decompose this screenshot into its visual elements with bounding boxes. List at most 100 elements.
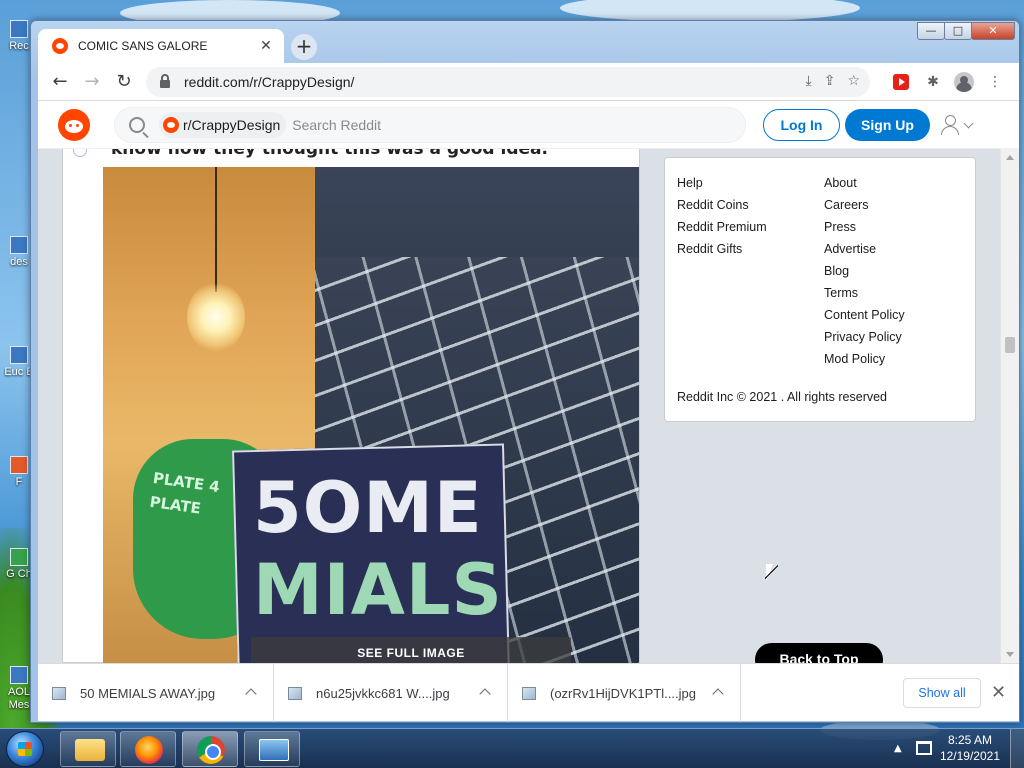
page-scrollbar[interactable] — [1000, 149, 1019, 663]
footer-link-press[interactable]: Press — [824, 216, 905, 238]
back-arrow-icon[interactable]: ← — [48, 70, 72, 94]
chevron-up-icon[interactable] — [479, 688, 491, 700]
footer-link-blog[interactable]: Blog — [824, 260, 905, 282]
footer-link-reddit-coins[interactable]: Reddit Coins — [677, 194, 767, 216]
forward-arrow-icon[interactable]: → — [80, 70, 104, 94]
post-card[interactable]: know how they thought this was a good id… — [62, 139, 640, 663]
browser-toolbar: ← → ↻ reddit.com/r/CrappyDesign/ ⤓ ⇪ ☆ ✱… — [38, 63, 1019, 101]
folder-icon — [75, 739, 105, 761]
download-filename: 50 MEMIALS AWAY.jpg — [80, 685, 216, 701]
address-bar[interactable]: reddit.com/r/CrappyDesign/ ⤓ ⇪ ☆ — [146, 67, 870, 97]
download-item[interactable]: (ozrRv1HijDVK1PTl....jpg — [508, 664, 741, 722]
image-lamp-wire — [215, 167, 217, 292]
tab-close-icon[interactable]: ✕ — [258, 38, 274, 54]
taskbar-chrome[interactable] — [182, 731, 238, 767]
mouse-cursor-icon — [765, 563, 778, 583]
new-tab-button[interactable]: + — [291, 34, 317, 60]
back-to-top-button[interactable]: Back to Top — [755, 643, 883, 663]
footer-link-mod-policy[interactable]: Mod Policy — [824, 348, 905, 370]
download-item[interactable]: 50 MEMIALS AWAY.jpg — [38, 664, 274, 722]
page-viewport: know how they thought this was a good id… — [38, 101, 1019, 663]
footer-links-left: Help Reddit Coins Reddit Premium Reddit … — [677, 172, 767, 260]
download-item[interactable]: n6u25jvkkc681 W....jpg — [274, 664, 508, 722]
tab-title: COMIC SANS GALORE — [78, 39, 208, 53]
start-button[interactable] — [6, 731, 44, 767]
chrome-icon — [197, 736, 225, 764]
reload-icon[interactable]: ↻ — [112, 70, 136, 94]
copyright-text: Reddit Inc © 2021 . All rights reserved — [677, 390, 888, 404]
image-file-icon — [288, 686, 302, 700]
footer-link-advertise[interactable]: Advertise — [824, 238, 905, 260]
share-icon[interactable]: ⇪ — [824, 73, 836, 89]
login-button[interactable]: Log In — [763, 109, 840, 141]
image-light-bulb — [187, 282, 245, 352]
downloads-close-icon[interactable]: ✕ — [991, 682, 1006, 703]
scroll-up-arrow-icon[interactable] — [1006, 155, 1014, 160]
user-dropdown[interactable] — [941, 113, 981, 137]
lock-icon[interactable] — [160, 74, 170, 88]
reddit-favicon-icon — [52, 38, 68, 54]
subreddit-chip[interactable]: r/CrappyDesign — [159, 112, 287, 138]
youtube-extension-icon[interactable] — [893, 74, 909, 90]
minimize-button[interactable]: — — [917, 22, 945, 40]
window-close-button[interactable]: ✕ — [971, 22, 1015, 40]
footer-link-careers[interactable]: Careers — [824, 194, 905, 216]
footer-link-terms[interactable]: Terms — [824, 282, 905, 304]
search-input[interactable]: Search Reddit — [292, 117, 381, 133]
footer-links-right: About Careers Press Advertise Blog Terms… — [824, 172, 905, 370]
downloads-bar: 50 MEMIALS AWAY.jpg n6u25jvkkc681 W....j… — [38, 663, 1019, 722]
profile-avatar-icon[interactable] — [954, 72, 974, 92]
search-icon — [129, 117, 145, 133]
clock[interactable]: 8:25 AM 12/19/2021 — [940, 732, 1000, 764]
window-controls: — □ ✕ — [917, 22, 1015, 40]
image-file-icon — [52, 686, 66, 700]
maximize-button[interactable]: □ — [944, 22, 972, 40]
signup-button[interactable]: Sign Up — [845, 109, 930, 141]
footer-link-privacy-policy[interactable]: Privacy Policy — [824, 326, 905, 348]
scrollbar-thumb[interactable] — [1005, 337, 1015, 353]
footer-link-about[interactable]: About — [824, 172, 905, 194]
subreddit-icon — [163, 117, 179, 133]
cloud — [560, 0, 860, 22]
extensions-puzzle-icon[interactable]: ✱ — [922, 71, 944, 93]
download-filename: n6u25jvkkc681 W....jpg — [316, 685, 450, 701]
browser-tab[interactable]: COMIC SANS GALORE ✕ — [38, 29, 284, 63]
image-sign-line-2: MIALS — [253, 549, 503, 631]
footer-link-reddit-premium[interactable]: Reddit Premium — [677, 216, 767, 238]
system-tray: ▲ 8:25 AM 12/19/2021 — [894, 729, 1024, 768]
tray-expand-icon[interactable]: ▲ — [894, 743, 902, 754]
footer-link-content-policy[interactable]: Content Policy — [824, 304, 905, 326]
post-image[interactable]: PLATE 4 PLATE 5OME MIALS SEE FULL IMAGE — [103, 167, 639, 663]
show-desktop-button[interactable] — [1010, 729, 1024, 768]
chevron-up-icon[interactable] — [245, 688, 257, 700]
taskbar: ▲ 8:25 AM 12/19/2021 — [0, 728, 1024, 768]
image-sign-line-1: 5OME — [253, 467, 483, 549]
footer-link-reddit-gifts[interactable]: Reddit Gifts — [677, 238, 767, 260]
chrome-window: — □ ✕ COMIC SANS GALORE ✕ + ← → ↻ reddit… — [30, 20, 1020, 723]
chevron-down-icon — [963, 118, 974, 128]
user-icon — [941, 115, 959, 135]
bookmark-star-icon[interactable]: ☆ — [847, 73, 860, 89]
footer-links-card: Help Reddit Coins Reddit Premium Reddit … — [664, 157, 976, 422]
firefox-icon — [135, 736, 163, 764]
photo-viewer-icon — [259, 739, 289, 761]
taskbar-photo-viewer[interactable] — [244, 731, 300, 767]
clock-date: 12/19/2021 — [939, 749, 1000, 763]
install-app-icon[interactable]: ⤓ — [806, 73, 812, 89]
subreddit-chip-label: r/CrappyDesign — [183, 117, 281, 133]
upvote-icon[interactable] — [73, 149, 87, 157]
reddit-header: r/CrappyDesign Search Reddit Log In Sign… — [38, 101, 1019, 149]
search-bar[interactable]: r/CrappyDesign Search Reddit — [114, 107, 746, 143]
chrome-menu-icon[interactable]: ⋮ — [984, 71, 1006, 93]
chevron-up-icon[interactable] — [712, 688, 724, 700]
footer-link-help[interactable]: Help — [677, 172, 767, 194]
taskbar-firefox[interactable] — [120, 731, 176, 767]
show-all-downloads-button[interactable]: Show all — [903, 678, 981, 708]
reddit-logo-icon[interactable] — [58, 109, 90, 141]
see-full-image-button[interactable]: SEE FULL IMAGE — [251, 637, 571, 663]
network-icon[interactable] — [916, 741, 932, 755]
url-text[interactable]: reddit.com/r/CrappyDesign/ — [184, 74, 354, 90]
taskbar-file-explorer[interactable] — [60, 731, 116, 767]
scroll-down-arrow-icon[interactable] — [1006, 652, 1014, 657]
clock-time: 8:25 AM — [947, 733, 992, 747]
